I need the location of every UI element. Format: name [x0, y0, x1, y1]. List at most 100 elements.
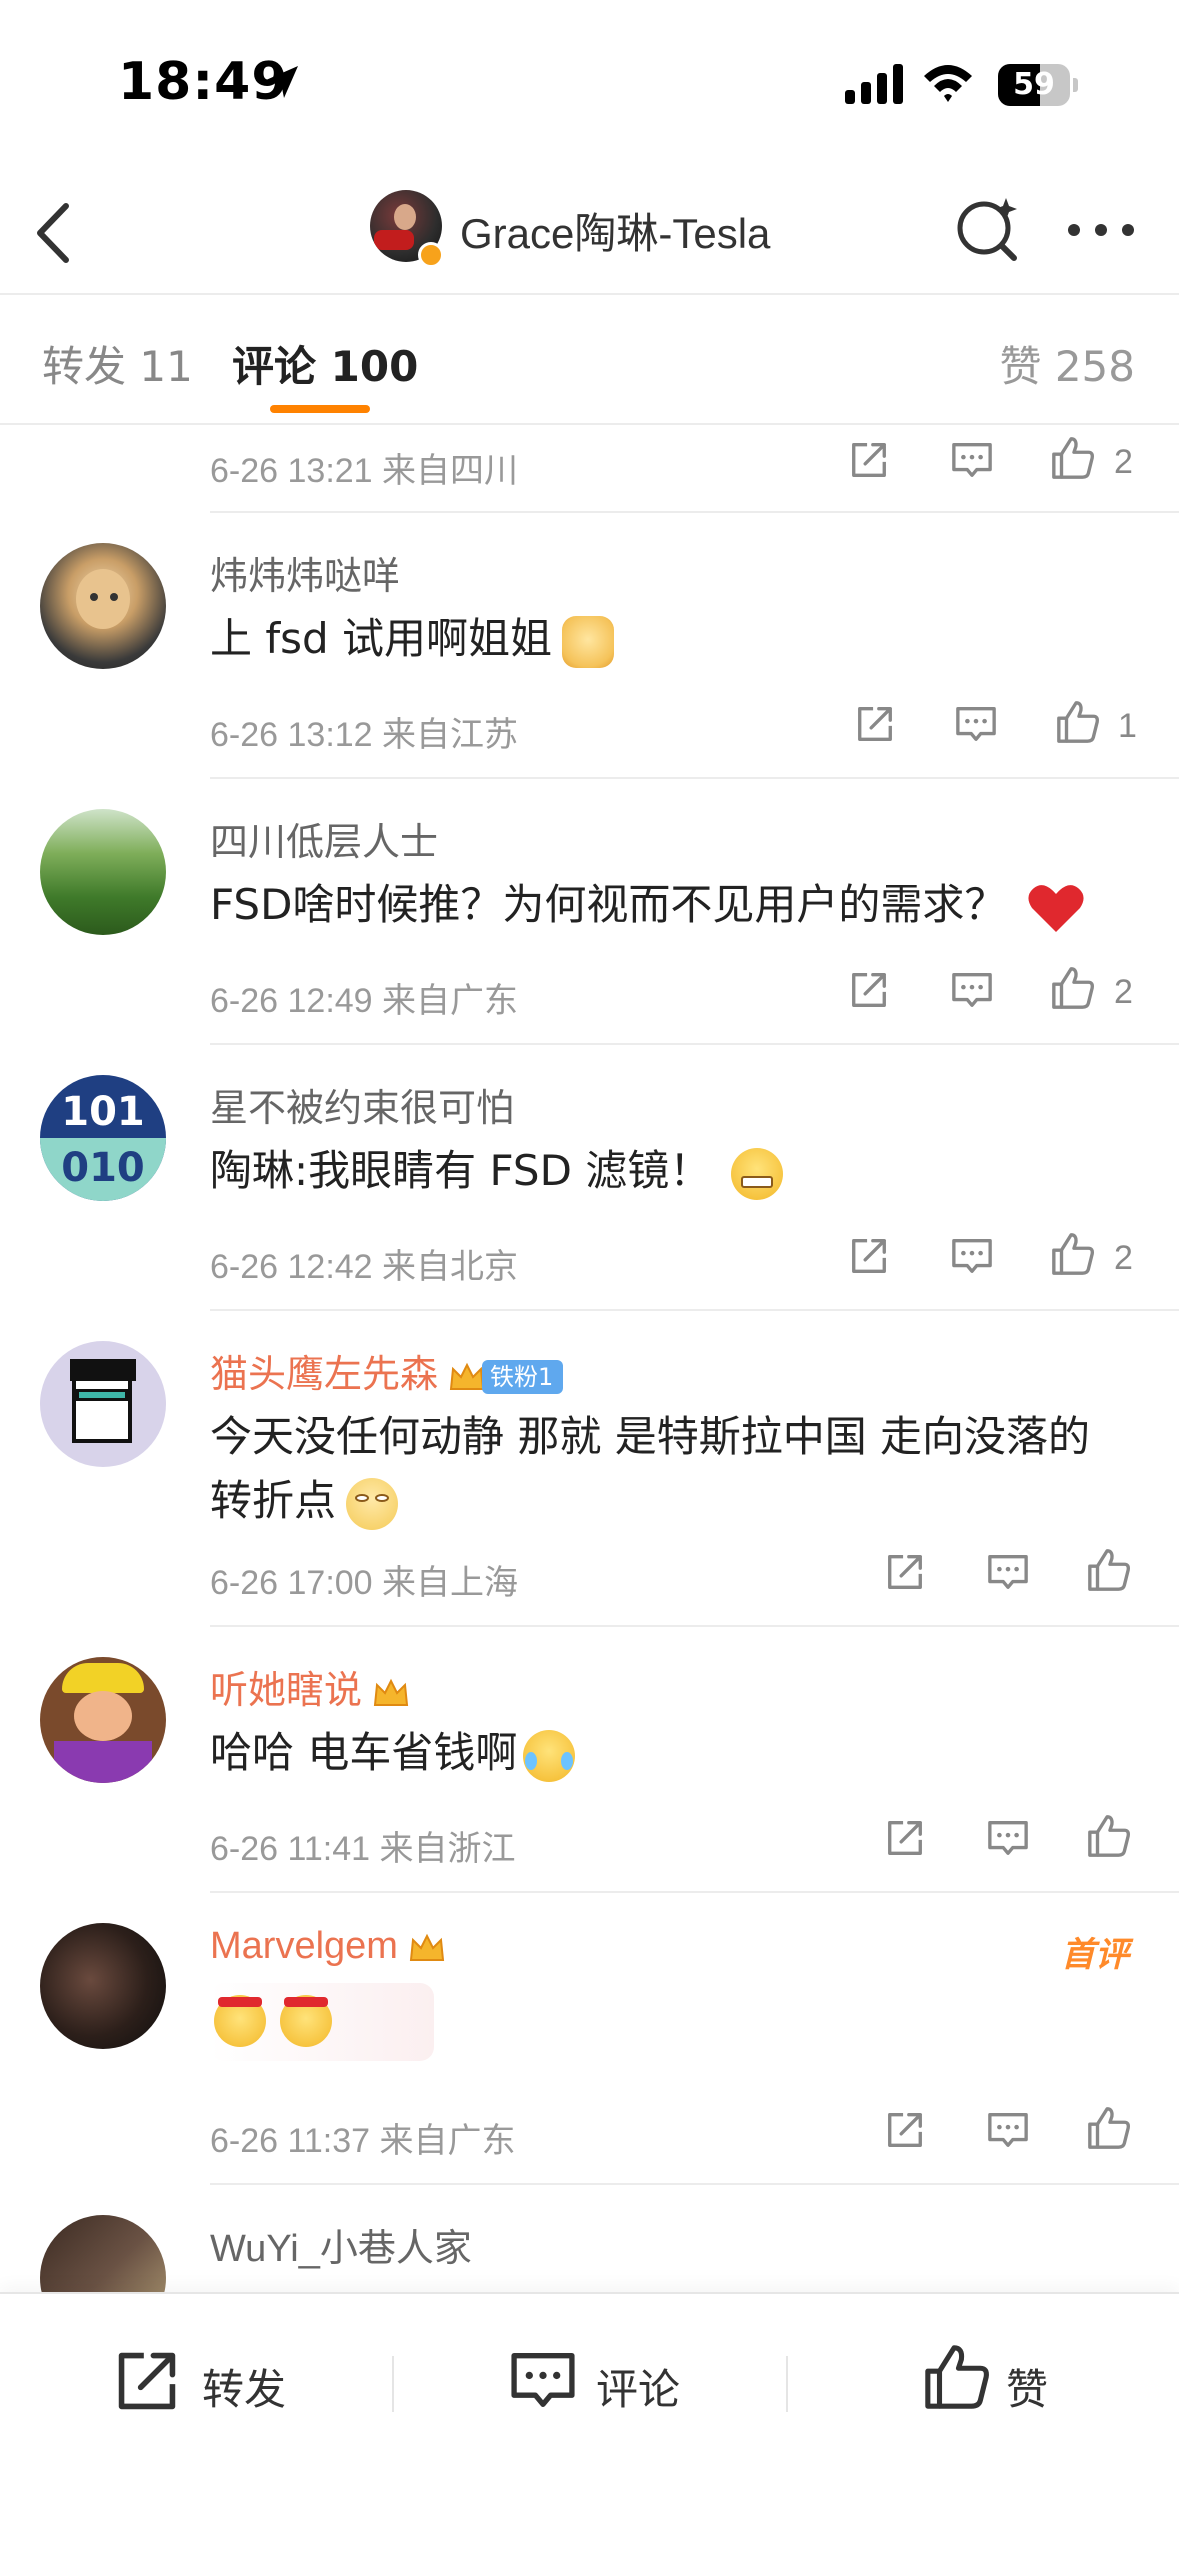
share-icon[interactable]	[884, 1817, 926, 1859]
share-icon[interactable]	[848, 439, 890, 481]
comment-meta: 6-26 13:21 来自四川	[210, 452, 519, 490]
header: Grace陶琳-Tesla	[0, 170, 1179, 295]
signal-icon	[845, 64, 903, 104]
comment-text-content: 陶琳:我眼睛有 FSD 滤镜！	[210, 1146, 712, 1195]
comment-icon[interactable]	[950, 1235, 994, 1277]
like-count: 2	[1114, 443, 1133, 481]
heart-emoji-icon	[1028, 884, 1084, 932]
avatar-bottom-text: 010	[61, 1145, 145, 1191]
share-icon[interactable]	[848, 1235, 890, 1277]
comment-icon[interactable]	[986, 1817, 1030, 1859]
avatar-top-text: 101	[61, 1089, 145, 1135]
like-icon	[925, 2345, 989, 2409]
avatar[interactable]	[40, 1923, 166, 2049]
laugh-cry-emoji-icon	[523, 1729, 576, 1782]
emoji-row	[210, 1983, 434, 2061]
first-comment-tag: 首评	[1061, 1935, 1129, 1975]
tab-like[interactable]: 赞 258	[999, 333, 1135, 394]
comment-icon[interactable]	[986, 2109, 1030, 2151]
commenter-name-text: 听她瞎说	[210, 1668, 363, 1712]
share-icon[interactable]	[854, 703, 896, 745]
avatar[interactable]	[40, 1657, 166, 1783]
eyeroll-emoji-icon	[346, 1477, 399, 1530]
like-count: 2	[1114, 1239, 1133, 1277]
like-count: 2	[1114, 973, 1133, 1011]
comment-button[interactable]: 评论	[508, 2342, 708, 2422]
comment-meta: 6-26 11:41 来自浙江	[210, 1830, 516, 1868]
cheer-emoji-icon	[280, 1995, 332, 2047]
dog-emoji-icon	[562, 615, 615, 668]
repost-button[interactable]: 转发	[112, 2342, 312, 2422]
commenter-name[interactable]: 猫头鹰左先森 铁粉1	[210, 1343, 564, 1398]
like-icon[interactable]	[1055, 699, 1101, 745]
like-icon[interactable]	[1050, 435, 1096, 481]
commenter-name-text: 猫头鹰左先森	[210, 1352, 439, 1396]
comment-meta: 6-26 11:37 来自广东	[210, 2122, 516, 2160]
comment-icon[interactable]	[954, 703, 998, 745]
comment-meta: 6-26 12:42 来自北京	[210, 1248, 519, 1286]
crown-icon	[373, 1678, 409, 1706]
share-icon	[118, 2352, 176, 2410]
battery-indicator: 59	[998, 64, 1078, 106]
share-icon[interactable]	[848, 969, 890, 1011]
comment-icon[interactable]	[986, 1551, 1030, 1593]
fan-badge: 铁粉1	[482, 1359, 564, 1394]
commenter-name[interactable]: 炜炜炜哒咩	[210, 545, 400, 600]
commenter-name-text: Marvelgem	[210, 1925, 398, 1967]
back-icon[interactable]	[30, 198, 80, 268]
commenter-name[interactable]: Marvelgem	[210, 1925, 446, 1968]
avatar[interactable]: 101 010	[40, 1075, 166, 1201]
like-label: 赞	[1006, 2365, 1049, 2414]
like-icon[interactable]	[1050, 965, 1096, 1011]
like-count: 1	[1118, 707, 1137, 745]
battery-text: 59	[1013, 67, 1055, 102]
more-icon[interactable]	[1066, 220, 1136, 240]
commenter-name[interactable]: 星不被约束很可怕	[210, 1077, 514, 1132]
like-icon[interactable]	[1086, 2105, 1132, 2151]
bottom-action-bar: 转发 评论 赞	[0, 2292, 1179, 2556]
comment-text-content: 上 fsd 试用啊姐姐	[210, 614, 553, 663]
avatar[interactable]	[40, 1341, 166, 1467]
grin-emoji-icon	[731, 1147, 784, 1200]
comment-text-content: 哈哈 电车省钱啊	[210, 1728, 518, 1777]
repost-label: 转发	[202, 2365, 287, 2414]
commenter-name[interactable]: WuYi_小巷人家	[210, 2217, 472, 2272]
comment-icon	[511, 2352, 575, 2408]
commenter-name[interactable]: 四川低层人士	[210, 811, 438, 866]
tab-active-indicator	[270, 405, 370, 413]
comment-meta: 6-26 12:49 来自广东	[210, 982, 519, 1020]
share-icon[interactable]	[884, 1551, 926, 1593]
avatar[interactable]	[40, 543, 166, 669]
wifi-icon	[924, 65, 972, 102]
search-icon[interactable]	[952, 192, 1024, 264]
comment-meta: 6-26 17:00 来自上海	[210, 1564, 519, 1602]
cheer-emoji-icon	[214, 1995, 266, 2047]
comment-icon[interactable]	[950, 439, 994, 481]
like-icon[interactable]	[1086, 1813, 1132, 1859]
verified-icon	[418, 242, 444, 268]
share-icon[interactable]	[884, 2109, 926, 2151]
tab-comment[interactable]: 评论 100	[232, 333, 418, 394]
like-button[interactable]: 赞	[922, 2342, 1082, 2422]
comment-text: FSD啥时候推？为何视而不见用户的需求？	[210, 873, 1130, 937]
like-icon[interactable]	[1086, 1547, 1132, 1593]
comment-text: 上 fsd 试用啊姐姐	[210, 607, 1130, 671]
like-icon[interactable]	[1050, 1231, 1096, 1277]
status-bar: 18:49 59	[0, 0, 1179, 170]
crown-icon	[449, 1362, 485, 1390]
author-name[interactable]: Grace陶琳-Tesla	[460, 200, 770, 261]
comment-text: 今天没任何动静 那就 是特斯拉中国 走向没落的转折点	[210, 1405, 1130, 1533]
comment-text-content: 今天没任何动静 那就 是特斯拉中国 走向没落的转折点	[210, 1412, 1091, 1525]
avatar[interactable]	[40, 809, 166, 935]
crown-icon	[409, 1933, 445, 1961]
comment-meta: 6-26 13:12 来自江苏	[210, 716, 519, 754]
location-arrow-icon	[266, 66, 298, 98]
comment-text: 陶琳:我眼睛有 FSD 滤镜！	[210, 1139, 1130, 1203]
comment-text: 哈哈 电车省钱啊	[210, 1721, 1130, 1785]
comment-text-content: FSD啥时候推？为何视而不见用户的需求？	[210, 880, 1007, 929]
tab-bar: 转发 11 评论 100 赞 258	[0, 297, 1179, 425]
comment-label: 评论	[596, 2365, 681, 2414]
tab-repost[interactable]: 转发 11	[42, 333, 193, 394]
commenter-name[interactable]: 听她瞎说	[210, 1659, 410, 1714]
comment-icon[interactable]	[950, 969, 994, 1011]
